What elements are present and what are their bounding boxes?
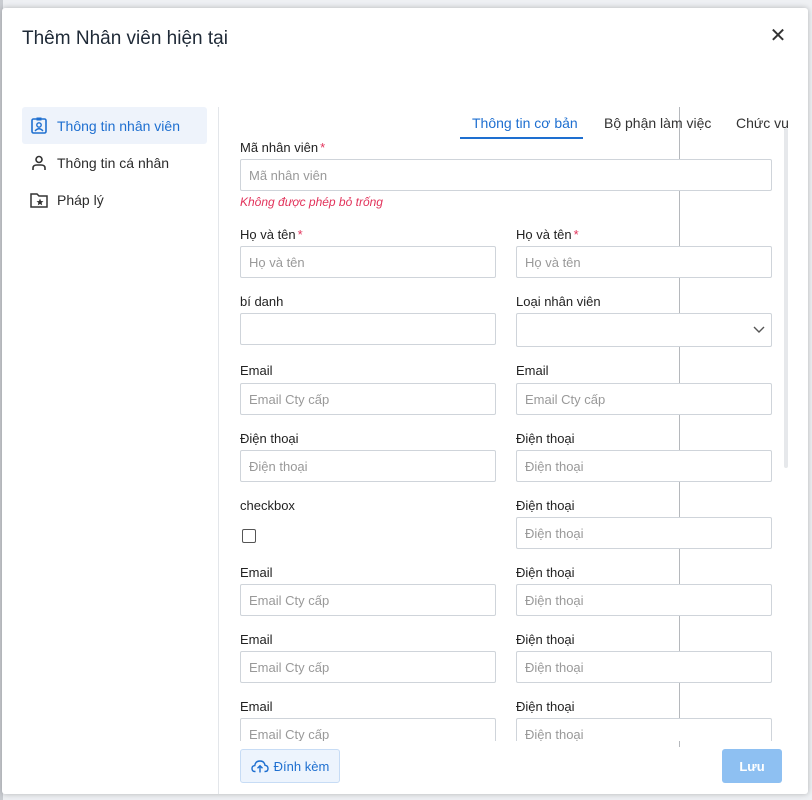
cloud-upload-icon <box>250 760 269 773</box>
phone-input-2[interactable]: Điện thoại <box>516 450 772 482</box>
sidebar-divider <box>218 107 219 794</box>
full-name-label-2: Họ và tên * <box>516 227 579 242</box>
phone-label-3: Điện thoại <box>516 498 575 513</box>
checkbox-label: checkbox <box>240 498 295 513</box>
full-name-input-2[interactable]: Họ và tên <box>516 246 772 278</box>
employee-code-error: Không được phép bỏ trống <box>240 195 383 209</box>
id-badge-icon <box>30 117 48 135</box>
sidebar-item-legal[interactable]: Pháp lý <box>22 181 207 218</box>
add-employee-dialog: Thêm Nhân viên hiện tại ✕ Thông tin nhân… <box>2 8 808 794</box>
sidebar-item-label: Pháp lý <box>57 191 104 208</box>
phone-input-6[interactable]: Điện thoại <box>516 718 772 741</box>
email-label-3: Email <box>240 565 273 580</box>
employee-form: Mã nhân viên * Mã nhân viên Không được ph… <box>240 8 780 741</box>
employee-code-label: Mã nhân viên * <box>240 140 326 155</box>
phone-label-2: Điện thoại <box>516 431 575 446</box>
form-scrollbar[interactable] <box>784 128 788 468</box>
alias-input[interactable] <box>240 313 496 345</box>
phone-label-4: Điện thoại <box>516 565 575 580</box>
sidebar: Thông tin nhân viên Thông tin cá nhân Ph… <box>22 107 207 218</box>
phone-input-4[interactable]: Điện thoại <box>516 584 772 616</box>
full-name-input[interactable]: Họ và tên <box>240 246 496 278</box>
alias-label: bí danh <box>240 294 284 309</box>
sidebar-item-label: Thông tin cá nhân <box>57 154 170 171</box>
checkbox[interactable] <box>242 529 256 543</box>
employee-type-label: Loại nhân viên <box>516 294 601 309</box>
email-input-2[interactable]: Email Cty cấp <box>516 383 772 415</box>
email-label-4: Email <box>240 632 273 647</box>
sidebar-item-personal-info[interactable]: Thông tin cá nhân <box>22 144 207 181</box>
email-label-2: Email <box>516 363 549 378</box>
phone-label: Điện thoại <box>240 431 299 446</box>
full-name-label: Họ và tên * <box>240 227 303 242</box>
phone-label-6: Điện thoại <box>516 699 575 714</box>
chevron-down-icon <box>753 322 765 333</box>
email-input-3[interactable]: Email Cty cấp <box>240 584 496 616</box>
folder-star-icon <box>30 191 48 209</box>
email-label-5: Email <box>240 699 273 714</box>
sidebar-item-employee-info[interactable]: Thông tin nhân viên <box>22 107 207 144</box>
email-input[interactable]: Email Cty cấp <box>240 383 496 415</box>
email-input-5[interactable]: Email Cty cấp <box>240 718 496 741</box>
phone-label-5: Điện thoại <box>516 632 575 647</box>
dialog-title: Thêm Nhân viên hiện tại <box>22 28 228 49</box>
email-label: Email <box>240 363 273 378</box>
employee-code-input[interactable]: Mã nhân viên <box>240 159 772 191</box>
phone-input[interactable]: Điện thoại <box>240 450 496 482</box>
sidebar-item-label: Thông tin nhân viên <box>57 117 180 134</box>
attach-button[interactable]: Đính kèm <box>240 749 340 783</box>
user-icon <box>30 154 48 172</box>
save-button[interactable]: Lưu <box>722 749 782 783</box>
phone-input-5[interactable]: Điện thoại <box>516 651 772 683</box>
email-input-4[interactable]: Email Cty cấp <box>240 651 496 683</box>
employee-type-select[interactable] <box>516 313 772 347</box>
phone-input-3[interactable]: Điện thoại <box>516 517 772 549</box>
